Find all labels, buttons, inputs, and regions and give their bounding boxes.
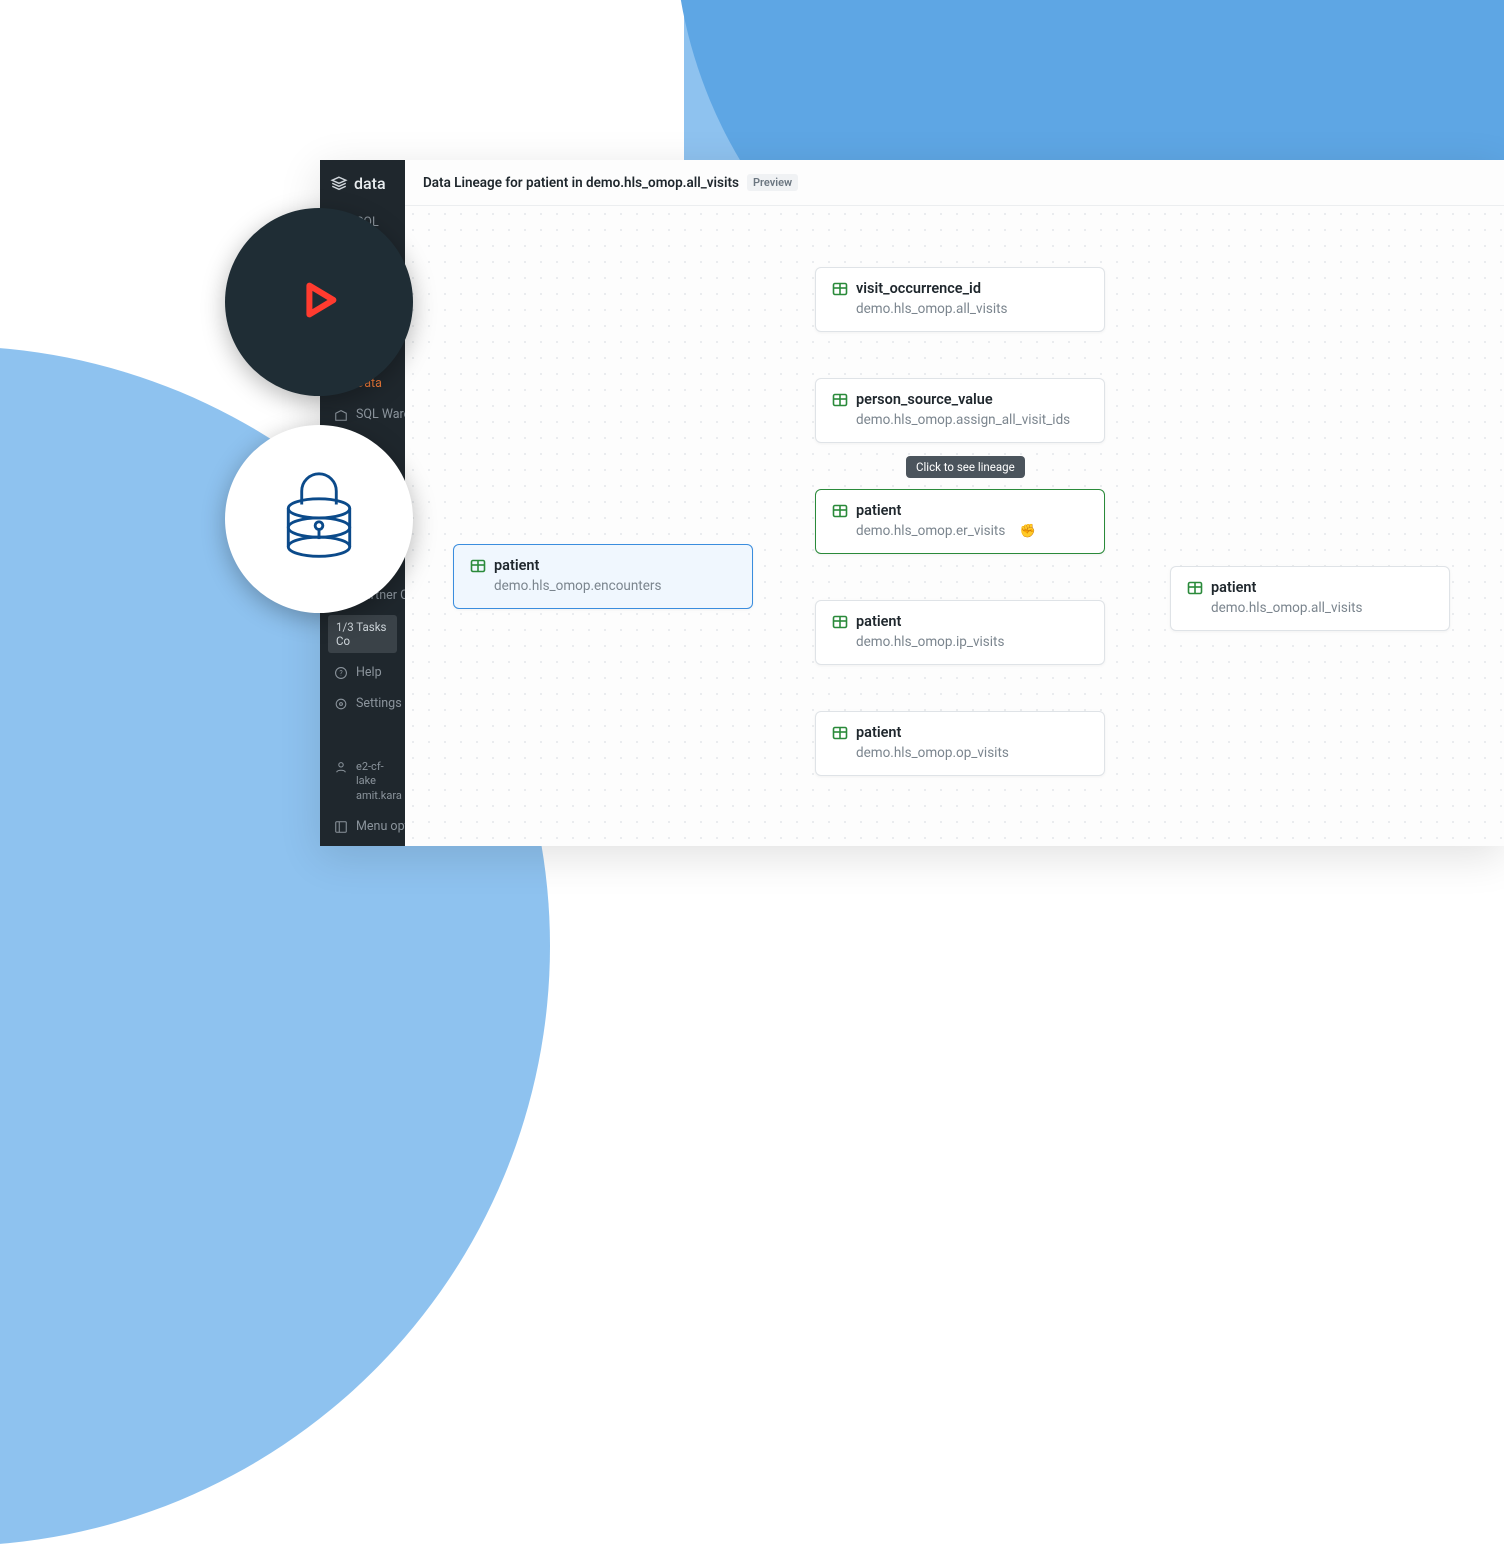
node-title: patient bbox=[856, 724, 901, 741]
tasks-label: 1/3 Tasks Co bbox=[336, 620, 386, 648]
user-icon bbox=[334, 760, 348, 778]
lineage-node-dest[interactable]: patient demo.hls_omop.all_visits bbox=[1170, 566, 1450, 631]
gear-icon bbox=[334, 697, 348, 711]
node-title: patient bbox=[856, 613, 901, 630]
sidebar-label: Help bbox=[356, 665, 382, 680]
sidebar-label: Settings bbox=[356, 696, 402, 711]
lineage-tooltip: Click to see lineage bbox=[906, 456, 1025, 478]
lineage-node[interactable]: patient demo.hls_omop.ip_visits bbox=[815, 600, 1105, 665]
table-icon bbox=[832, 503, 848, 519]
node-subtitle: demo.hls_omop.assign_all_visit_ids bbox=[856, 412, 1088, 428]
connector-lines bbox=[405, 206, 705, 356]
node-subtitle: demo.hls_omop.encounters bbox=[494, 578, 736, 594]
tooltip-text: Click to see lineage bbox=[916, 460, 1015, 474]
sidebar-label: Menu opt bbox=[356, 819, 405, 834]
table-icon bbox=[832, 281, 848, 297]
lineage-header: Data Lineage for patient in demo.hls_omo… bbox=[405, 160, 1504, 206]
table-icon bbox=[1187, 580, 1203, 596]
play-icon bbox=[295, 276, 343, 328]
help-icon: ? bbox=[334, 666, 348, 680]
node-title: patient bbox=[494, 557, 539, 574]
app-window: data SQL Data SQL Ware Partn bbox=[320, 160, 1504, 846]
node-title: person_source_value bbox=[856, 391, 993, 408]
sidebar-item-settings[interactable]: Settings bbox=[320, 688, 405, 719]
table-icon bbox=[832, 725, 848, 741]
lineage-canvas[interactable]: patient demo.hls_omop.encounters visit_o… bbox=[405, 206, 1504, 846]
lock-icon bbox=[271, 464, 367, 574]
layout-icon bbox=[334, 820, 348, 834]
node-subtitle: demo.hls_omop.op_visits bbox=[856, 745, 1088, 761]
page-title: Data Lineage for patient in demo.hls_omo… bbox=[423, 175, 739, 191]
node-title: visit_occurrence_id bbox=[856, 280, 981, 297]
warehouse-icon bbox=[334, 408, 348, 422]
lineage-node[interactable]: patient demo.hls_omop.op_visits bbox=[815, 711, 1105, 776]
sidebar-label: SQL Ware bbox=[356, 407, 405, 422]
brand-text: data bbox=[354, 174, 386, 193]
node-title: patient bbox=[856, 502, 901, 519]
table-icon bbox=[832, 614, 848, 630]
node-subtitle: demo.hls_omop.all_visits bbox=[856, 301, 1088, 317]
node-subtitle: demo.hls_omop.all_visits bbox=[1211, 600, 1433, 616]
table-icon bbox=[470, 558, 486, 574]
sidebar-item-help[interactable]: ? Help bbox=[320, 657, 405, 688]
lock-badge[interactable] bbox=[225, 425, 413, 613]
lineage-node[interactable]: visit_occurrence_id demo.hls_omop.all_vi… bbox=[815, 267, 1105, 332]
main-panel: Data Lineage for patient in demo.hls_omo… bbox=[405, 160, 1504, 846]
lineage-node[interactable]: person_source_value demo.hls_omop.assign… bbox=[815, 378, 1105, 443]
sidebar-item-menu[interactable]: Menu opt bbox=[320, 811, 405, 846]
user-line1: e2-cf-lake bbox=[356, 760, 402, 789]
play-badge[interactable] bbox=[225, 208, 413, 396]
node-title: patient bbox=[1211, 579, 1256, 596]
grab-cursor-icon: ✊ bbox=[1020, 524, 1036, 539]
user-line2: amit.kara bbox=[356, 789, 402, 803]
lineage-node-hover[interactable]: patient demo.hls_omop.er_visits ✊ bbox=[815, 489, 1105, 554]
stack-icon bbox=[330, 175, 348, 193]
node-subtitle: demo.hls_omop.er_visits bbox=[856, 523, 1088, 539]
node-subtitle: demo.hls_omop.ip_visits bbox=[856, 634, 1088, 650]
preview-badge: Preview bbox=[747, 174, 798, 191]
tasks-progress[interactable]: 1/3 Tasks Co bbox=[328, 615, 397, 653]
svg-text:?: ? bbox=[339, 669, 343, 677]
table-icon bbox=[832, 392, 848, 408]
brand-logo[interactable]: data bbox=[320, 160, 405, 207]
lineage-node-source[interactable]: patient demo.hls_omop.encounters bbox=[453, 544, 753, 609]
user-account[interactable]: e2-cf-lake amit.kara bbox=[320, 752, 405, 811]
